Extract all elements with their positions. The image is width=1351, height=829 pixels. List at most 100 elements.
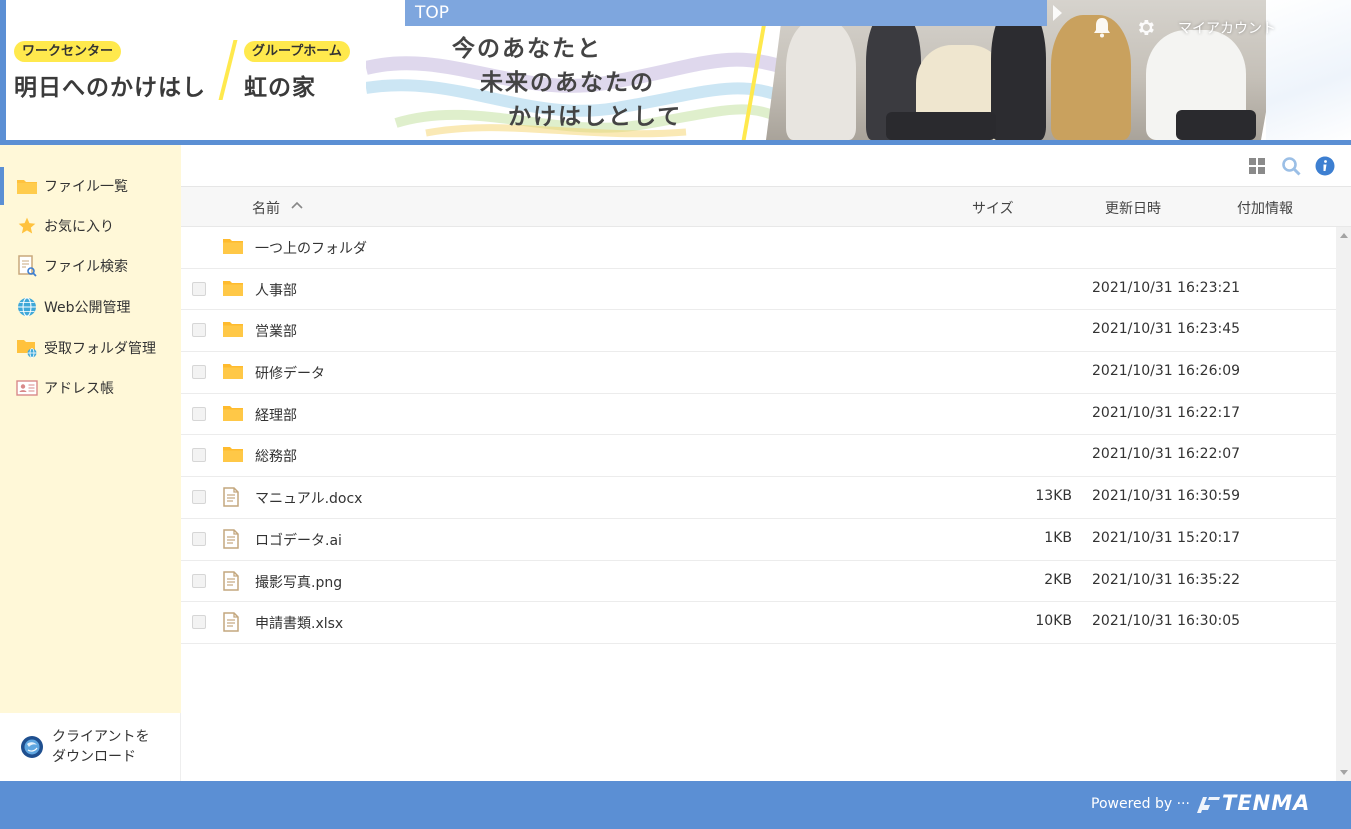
brand-pill: グループホーム xyxy=(244,41,350,62)
table-row[interactable]: 人事部 2021/10/31 16:23:21 xyxy=(181,269,1336,311)
sidebar-item-file-search[interactable]: ファイル検索 xyxy=(0,247,181,285)
sidebar-item-file-list[interactable]: ファイル一覧 xyxy=(0,167,181,205)
folder-icon xyxy=(16,175,38,197)
folder-icon xyxy=(222,404,244,424)
sort-ascending-icon[interactable] xyxy=(291,201,303,209)
tagline-line: かけはしとして xyxy=(508,104,683,130)
search-icon[interactable] xyxy=(1281,156,1301,176)
header: ワークセンター 明日へのかけはし グループホーム 虹の家 今のあなたと 未来のあ… xyxy=(0,0,1351,145)
column-info[interactable]: 付加情報 xyxy=(1237,198,1293,218)
tagline-line: 未来のあなたの xyxy=(480,70,655,96)
scroll-up-arrow-icon[interactable] xyxy=(1340,233,1348,238)
header-right-decoration xyxy=(1266,0,1351,140)
file-icon xyxy=(222,612,244,632)
table-row[interactable]: マニュアル.docx 13KB 2021/10/31 16:30:59 xyxy=(181,477,1336,519)
gear-icon[interactable] xyxy=(1135,17,1156,38)
sidebar-item-label: ファイル検索 xyxy=(44,259,128,275)
folder-icon xyxy=(222,237,244,257)
file-name[interactable]: 人事部 xyxy=(255,280,297,300)
client-download-label: クライアントを ダウンロード xyxy=(52,727,149,767)
tagline-line: 今のあなたと xyxy=(452,36,602,62)
sidebar-item-favorites[interactable]: お気に入り xyxy=(0,207,181,245)
row-checkbox[interactable] xyxy=(192,531,206,546)
brand-group-home: グループホーム 虹の家 xyxy=(244,40,350,110)
sidebar-item-label: Web公開管理 xyxy=(44,300,131,316)
row-checkbox[interactable] xyxy=(192,615,206,630)
client-download-button[interactable]: クライアントを ダウンロード xyxy=(0,713,181,781)
sidebar-item-label: お気に入り xyxy=(44,219,114,235)
folder-icon xyxy=(222,320,244,340)
file-size: 10KB xyxy=(1035,613,1072,630)
globe-icon xyxy=(16,296,38,318)
client-download-line: クライアントを xyxy=(52,729,150,745)
file-updated: 2021/10/31 16:35:22 xyxy=(1092,571,1241,588)
file-name[interactable]: 経理部 xyxy=(255,405,297,425)
file-size: 13KB xyxy=(1035,488,1072,505)
table-row[interactable]: 営業部 2021/10/31 16:23:45 xyxy=(181,310,1336,353)
tagline: 今のあなたと 未来のあなたの かけはしとして xyxy=(452,32,682,134)
file-name[interactable]: 総務部 xyxy=(255,446,297,466)
row-checkbox[interactable] xyxy=(192,490,206,505)
my-account-link[interactable]: マイアカウント xyxy=(1178,18,1276,38)
tenma-logo-text: TENMA xyxy=(1222,791,1311,815)
row-checkbox[interactable] xyxy=(192,573,206,588)
file-updated: 2021/10/31 16:23:45 xyxy=(1092,321,1241,338)
brand-pill: ワークセンター xyxy=(14,41,122,62)
column-name[interactable]: 名前 xyxy=(252,198,280,218)
sidebar-item-web-publish[interactable]: Web公開管理 xyxy=(0,288,181,326)
file-name[interactable]: 撮影写真.png xyxy=(255,572,342,592)
file-icon xyxy=(222,570,244,591)
scroll-down-arrow-icon[interactable] xyxy=(1340,770,1348,775)
brand-title: 明日へのかけはし xyxy=(14,75,206,101)
file-updated: 2021/10/31 16:30:59 xyxy=(1092,488,1241,505)
file-name[interactable]: 申請書類.xlsx xyxy=(255,613,343,633)
file-list-panel: 名前 サイズ 更新日時 付加情報 一つ上のフォルダ 人事部 2021/10/31 1… xyxy=(181,145,1351,781)
table-row[interactable]: 研修データ 2021/10/31 16:26:09 xyxy=(181,352,1336,394)
file-name[interactable]: 一つ上のフォルダ xyxy=(255,238,367,258)
file-updated: 2021/10/31 16:30:05 xyxy=(1092,613,1241,630)
info-icon[interactable] xyxy=(1315,156,1335,176)
brand-divider xyxy=(218,40,238,100)
file-size: 1KB xyxy=(1044,529,1072,546)
file-updated: 2021/10/31 16:26:09 xyxy=(1092,363,1241,380)
row-checkbox[interactable] xyxy=(192,281,206,296)
table-row[interactable]: ロゴデータ.ai 1KB 2021/10/31 15:20:17 xyxy=(181,519,1336,561)
file-size: 2KB xyxy=(1044,571,1072,588)
file-name[interactable]: 営業部 xyxy=(255,321,297,341)
file-search-icon xyxy=(16,255,38,277)
file-updated: 2021/10/31 15:20:17 xyxy=(1092,529,1241,546)
receive-folder-icon xyxy=(16,337,38,359)
table-row[interactable]: 経理部 2021/10/31 16:22:17 xyxy=(181,394,1336,436)
toolbar xyxy=(181,145,1351,187)
parent-folder-row[interactable]: 一つ上のフォルダ xyxy=(181,227,1336,269)
file-name[interactable]: ロゴデータ.ai xyxy=(255,530,342,550)
sidebar-item-address-book[interactable]: アドレス帳 xyxy=(0,369,181,407)
top-arrow-icon xyxy=(1053,5,1062,21)
scrollbar[interactable] xyxy=(1336,227,1351,781)
bell-icon[interactable] xyxy=(1092,16,1112,38)
tenma-logo-icon xyxy=(1197,797,1220,813)
grid-view-icon[interactable] xyxy=(1247,156,1267,176)
column-size[interactable]: サイズ xyxy=(972,198,1014,218)
row-checkbox[interactable] xyxy=(192,323,206,338)
file-name[interactable]: マニュアル.docx xyxy=(255,488,362,508)
file-name[interactable]: 研修データ xyxy=(255,363,325,383)
row-checkbox[interactable] xyxy=(192,365,206,380)
sidebar-item-receive-folder[interactable]: 受取フォルダ管理 xyxy=(0,329,181,367)
row-checkbox[interactable] xyxy=(192,448,206,463)
file-table: 一つ上のフォルダ人事部 2021/10/31 16:23:21 営業部 2021/10… xyxy=(181,227,1336,644)
folder-icon xyxy=(222,362,244,382)
folder-icon xyxy=(222,279,244,299)
file-updated: 2021/10/31 16:22:07 xyxy=(1092,446,1241,463)
brand-title: 虹の家 xyxy=(244,75,316,101)
footer: Powered by ··· TENMA xyxy=(0,781,1351,829)
table-row[interactable]: 撮影写真.png 2KB 2021/10/31 16:35:22 xyxy=(181,561,1336,603)
column-updated[interactable]: 更新日時 xyxy=(1105,198,1161,218)
top-breadcrumb-button[interactable]: TOP xyxy=(405,0,1047,26)
table-row[interactable]: 総務部 2021/10/31 16:22:07 xyxy=(181,435,1336,478)
row-checkbox[interactable] xyxy=(192,406,206,421)
sidebar-item-label: 受取フォルダ管理 xyxy=(44,341,156,357)
table-row[interactable]: 申請書類.xlsx 10KB 2021/10/31 16:30:05 xyxy=(181,602,1336,644)
folder-icon xyxy=(222,445,244,465)
file-icon xyxy=(222,487,244,507)
